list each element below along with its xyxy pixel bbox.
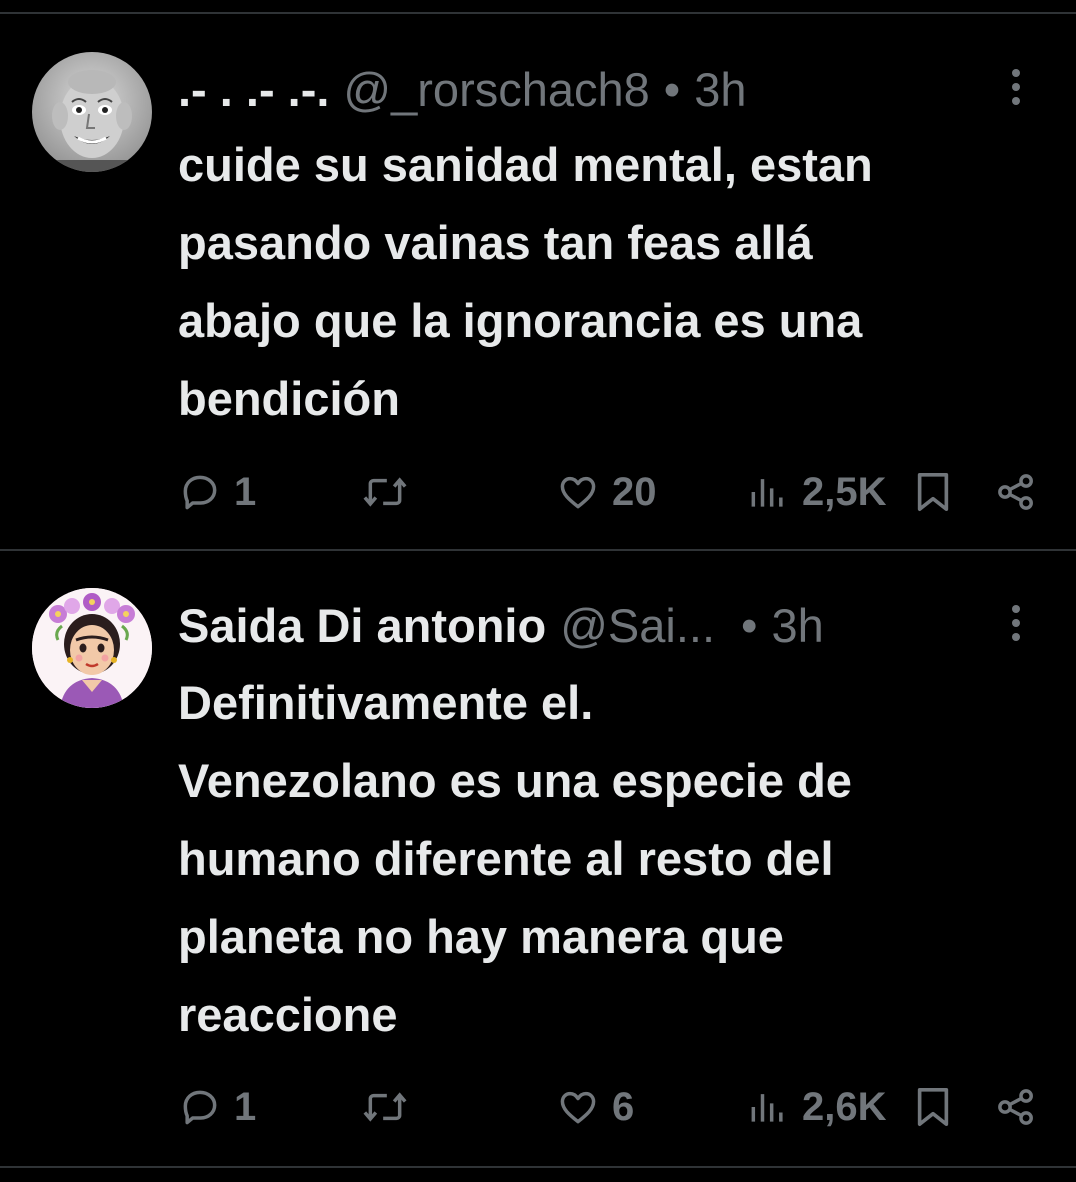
- retweet-button[interactable]: [360, 462, 422, 522]
- avatar[interactable]: [32, 588, 152, 708]
- views-icon: [751, 1094, 783, 1122]
- reply-button[interactable]: 1: [178, 462, 256, 522]
- tweet-text-line: bendición: [178, 372, 400, 425]
- tweet-text-line: planeta no hay manera que: [178, 910, 784, 963]
- more-icon[interactable]: [1004, 598, 1028, 648]
- bookmark-button[interactable]: [912, 1077, 954, 1137]
- timestamp[interactable]: 3h: [694, 60, 746, 120]
- tweet-text-line: humano diferente al resto del: [178, 832, 834, 885]
- timestamp[interactable]: 3h: [772, 596, 824, 656]
- reply-button[interactable]: 1: [178, 1077, 256, 1137]
- display-name[interactable]: .- . .- .-.: [178, 60, 329, 120]
- views-count: 2,6K: [802, 1084, 887, 1129]
- share-icon: [998, 1089, 1033, 1125]
- share-button[interactable]: [994, 1077, 1038, 1137]
- reply-count: 1: [234, 469, 257, 514]
- like-icon: [560, 1091, 596, 1124]
- display-name[interactable]: Saida Di antonio: [178, 596, 546, 656]
- like-icon: [560, 476, 596, 509]
- retweet-icon: [363, 477, 407, 507]
- tweet-text: cuide su sanidad mental, estan pasando v…: [178, 126, 1058, 438]
- bottom-divider: [0, 1166, 1076, 1168]
- tweet-actions: 1 6 2,6K: [0, 1077, 1076, 1137]
- tweet[interactable]: .- . .- .-. @_rorschach8 • 3h cuide su s…: [0, 0, 1076, 550]
- reply-count: 1: [234, 1084, 257, 1129]
- views-count: 2,5K: [802, 469, 887, 514]
- avatar[interactable]: [32, 52, 152, 172]
- reply-icon: [183, 1090, 217, 1125]
- like-button[interactable]: 6: [556, 1077, 634, 1137]
- like-count: 6: [612, 1084, 635, 1129]
- more-icon[interactable]: [1004, 62, 1028, 112]
- share-icon: [998, 474, 1033, 510]
- tweet-header: Saida Di antonio @Sai... • 3h: [178, 596, 824, 656]
- tweet-text-line: Definitivamente el.: [178, 676, 594, 729]
- tweet-actions: 1 20 2,5K: [0, 462, 1076, 522]
- tweet-text-line: reaccione: [178, 988, 398, 1041]
- tweet[interactable]: Saida Di antonio @Sai... • 3h Definitiva…: [0, 552, 1076, 1167]
- like-count: 20: [612, 469, 657, 514]
- avatar-illustration: [32, 588, 152, 708]
- tweet-text-line: abajo que la ignorancia es una: [178, 294, 863, 347]
- bookmark-icon: [917, 1088, 949, 1126]
- user-handle[interactable]: @Sai...: [560, 596, 715, 656]
- tweet-divider: [0, 549, 1076, 551]
- separator-dot: •: [663, 63, 681, 116]
- tweet-text: Definitivamente el. Venezolano es una es…: [178, 664, 1058, 1054]
- views-button[interactable]: 2,6K: [746, 1077, 887, 1137]
- user-handle[interactable]: @_rorschach8: [343, 60, 649, 120]
- reply-icon: [183, 475, 217, 510]
- views-button[interactable]: 2,5K: [746, 462, 887, 522]
- tweet-text-line: cuide su sanidad mental, estan: [178, 138, 873, 191]
- avatar-photo: [32, 52, 152, 172]
- like-button[interactable]: 20: [556, 462, 657, 522]
- tweet-header: .- . .- .-. @_rorschach8 • 3h: [178, 60, 747, 120]
- retweet-button[interactable]: [360, 1077, 422, 1137]
- bookmark-icon: [917, 473, 949, 511]
- tweet-text-line: Venezolano es una especie de: [178, 754, 852, 807]
- bookmark-button[interactable]: [912, 462, 954, 522]
- share-button[interactable]: [994, 462, 1038, 522]
- separator-dot: •: [741, 599, 758, 652]
- views-icon: [751, 479, 783, 507]
- tweet-text-line: pasando vainas tan feas allá: [178, 216, 813, 269]
- retweet-icon: [363, 1092, 407, 1122]
